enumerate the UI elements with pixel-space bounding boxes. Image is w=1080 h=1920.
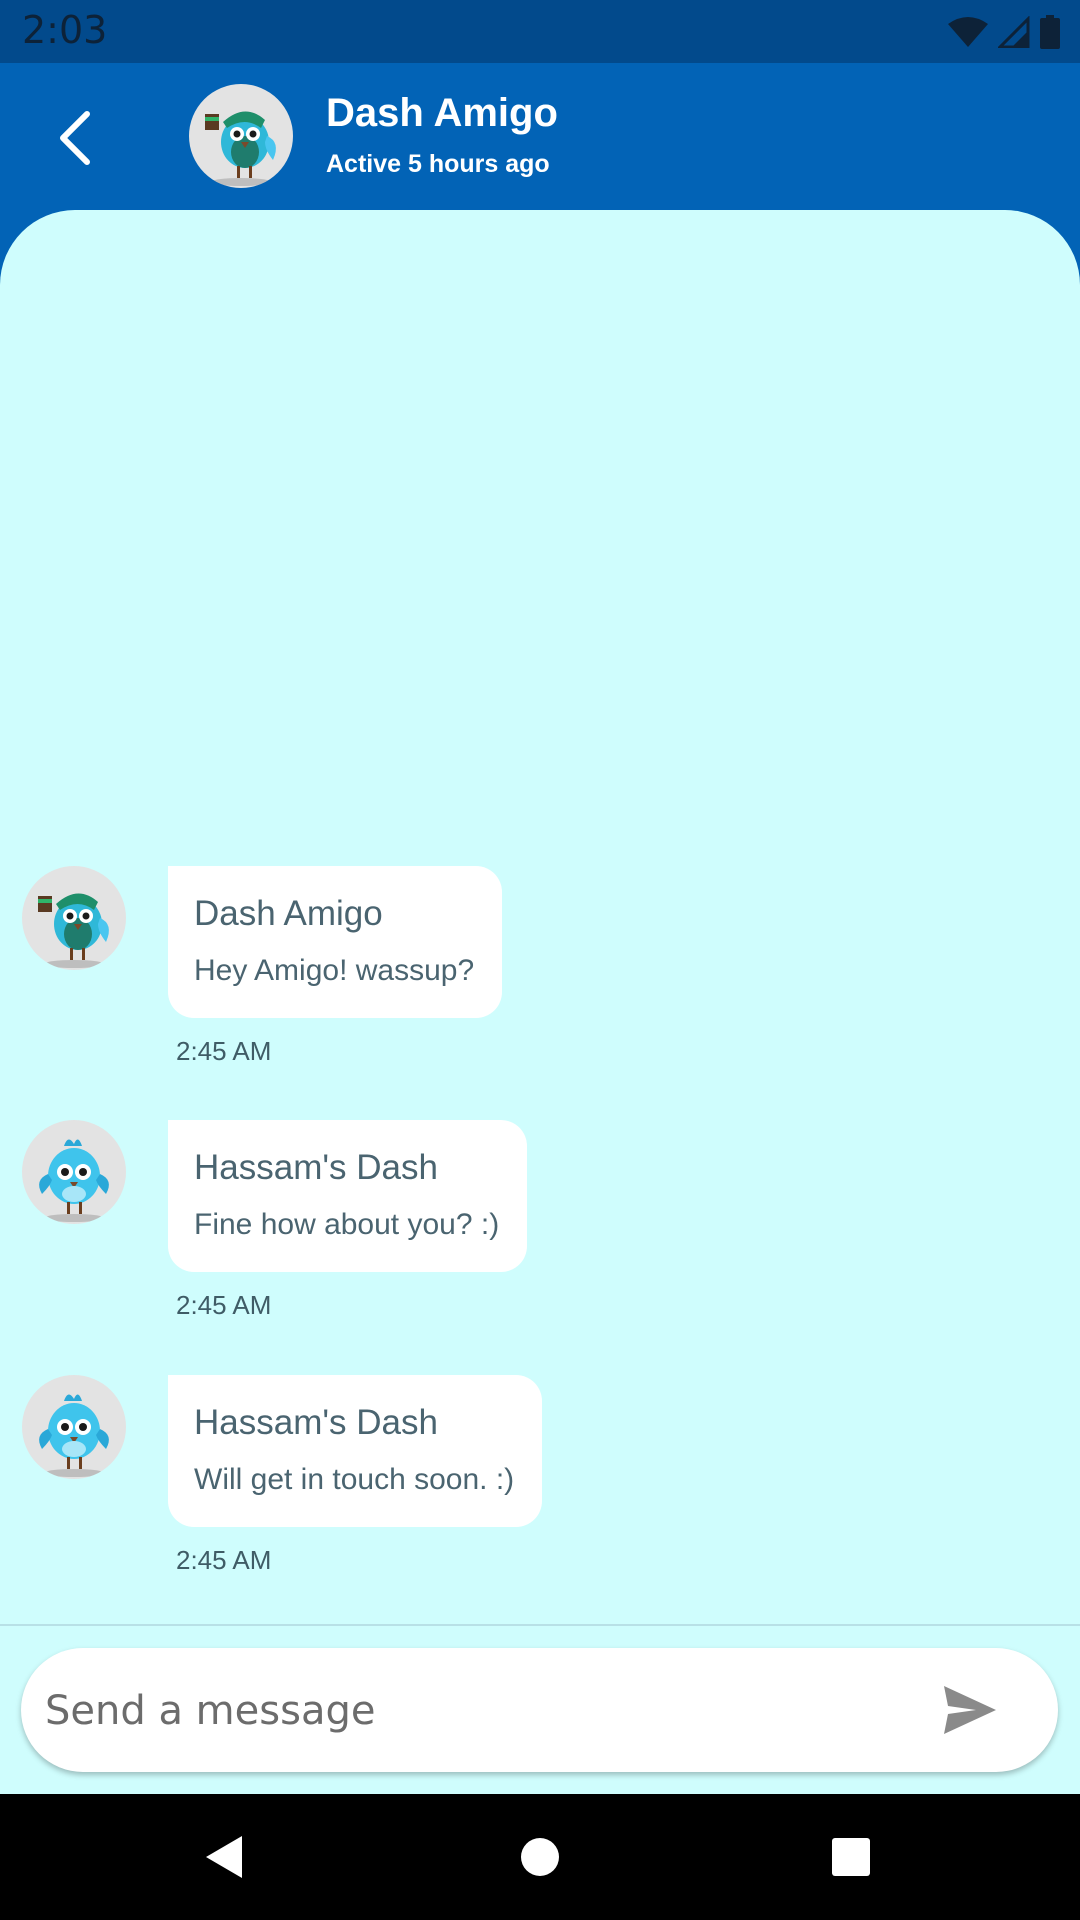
contact-status: Active 5 hours ago	[326, 150, 550, 178]
dash-amigo-avatar[interactable]	[22, 866, 126, 970]
message-bubble[interactable]: Dash Amigo Hey Amigo! wassup?	[168, 866, 503, 1018]
nav-recents-button[interactable]	[826, 1832, 876, 1882]
send-icon	[944, 1686, 996, 1734]
composer	[0, 1626, 1080, 1794]
message-time: 2:45 AM	[176, 1036, 272, 1066]
bird-icon	[38, 893, 109, 968]
message-text: Hey Amigo! wassup?	[194, 954, 475, 987]
back-arrow-icon	[60, 111, 90, 165]
message-sender: Dash Amigo	[194, 894, 383, 933]
nav-recents-icon	[832, 1838, 870, 1876]
message-bubble[interactable]: Hassam's Dash Fine how about you? :)	[168, 1120, 528, 1272]
chat-area[interactable]: Dash Amigo Hey Amigo! wassup? 2:45 AM Ha…	[0, 210, 1080, 1624]
message-time: 2:45 AM	[176, 1290, 272, 1320]
status-time: 2:03	[22, 8, 108, 52]
nav-back-button[interactable]	[200, 1832, 250, 1882]
bird-icon	[205, 111, 276, 186]
message-input[interactable]	[43, 1648, 907, 1774]
message-sender: Hassam's Dash	[194, 1148, 438, 1187]
status-icons	[948, 12, 1060, 52]
message-text: Will get in touch soon. :)	[194, 1463, 515, 1496]
status-bar: 2:03	[0, 0, 1080, 63]
message-bubble[interactable]: Hassam's Dash Will get in touch soon. :)	[168, 1375, 543, 1527]
wifi-icon	[948, 17, 988, 47]
dash-amigo-avatar[interactable]	[189, 84, 293, 188]
send-button[interactable]	[942, 1684, 998, 1736]
signal-icon	[998, 16, 1030, 48]
system-navigation-bar	[0, 1794, 1080, 1920]
contact-name: Dash Amigo	[326, 91, 558, 135]
message-sender: Hassam's Dash	[194, 1403, 438, 1442]
message-text: Fine how about you? :)	[194, 1208, 500, 1241]
bird-icon	[39, 1139, 109, 1222]
nav-home-button[interactable]	[515, 1832, 565, 1882]
back-button[interactable]	[40, 103, 110, 173]
battery-icon	[1040, 15, 1060, 49]
message-time: 2:45 AM	[176, 1545, 272, 1575]
nav-back-icon	[206, 1836, 242, 1878]
bird-icon	[39, 1394, 109, 1477]
message-input-container[interactable]	[21, 1648, 1058, 1774]
nav-home-icon	[521, 1838, 559, 1876]
hassams-dash-avatar[interactable]	[22, 1375, 126, 1479]
hassams-dash-avatar[interactable]	[22, 1120, 126, 1224]
